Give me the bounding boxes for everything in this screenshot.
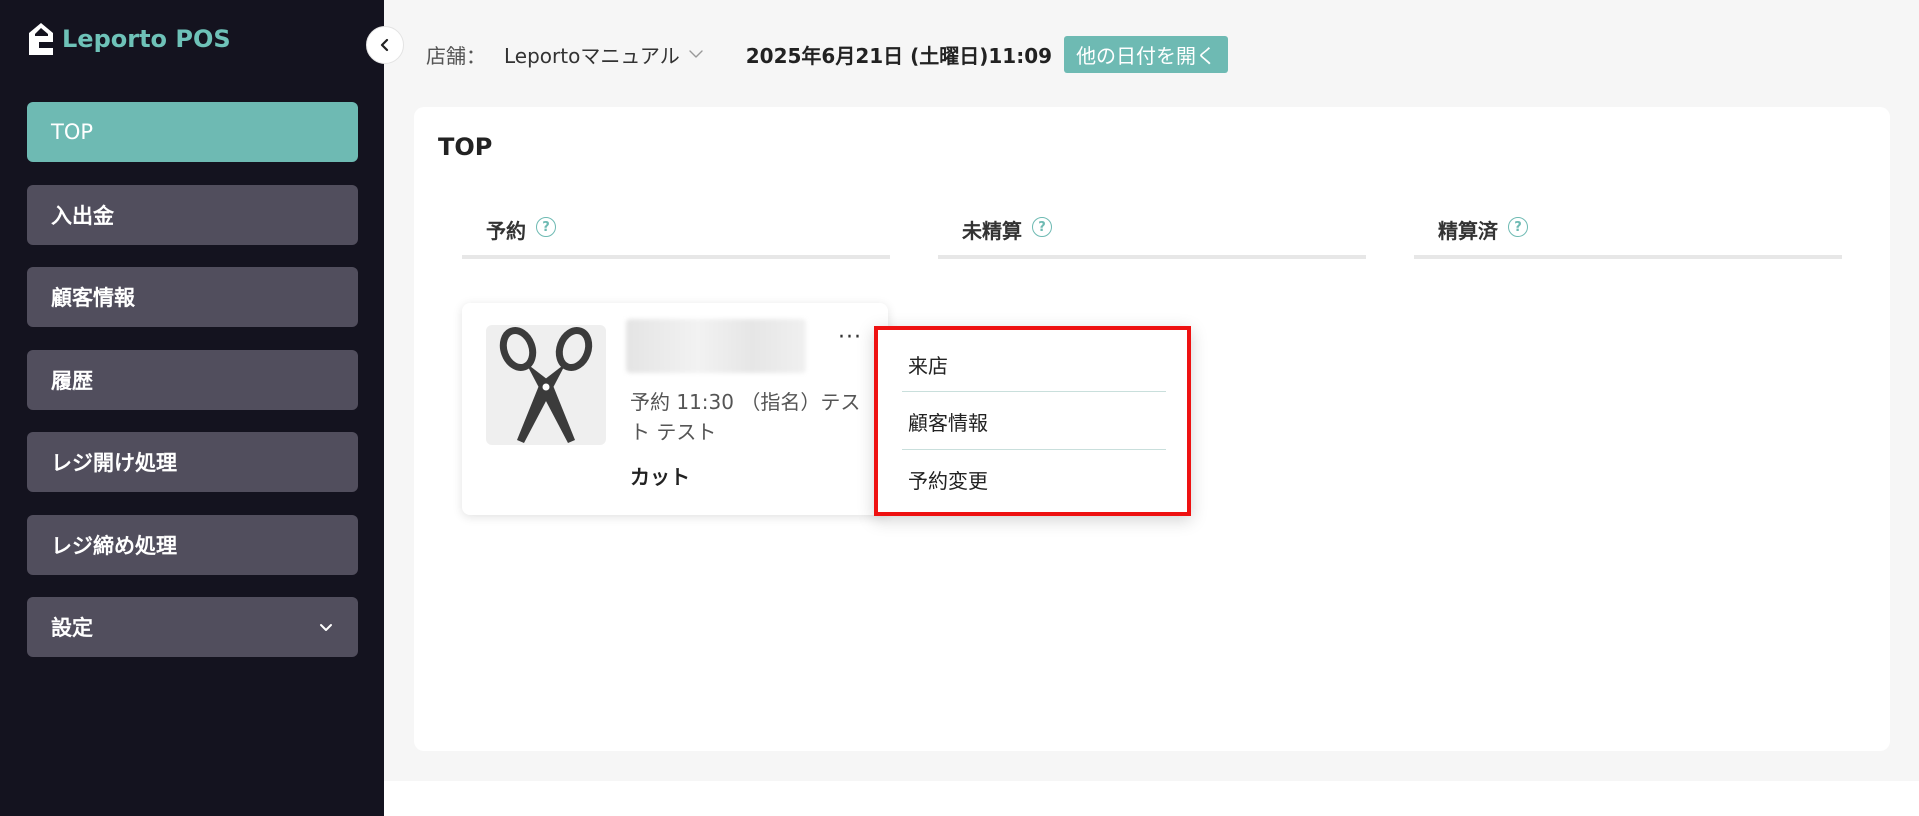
chevron-down-icon [320,624,332,631]
app-title: Leporto POS [62,25,231,53]
sidebar-item-register-close[interactable]: レジ締め処理 [27,514,358,575]
sidebar-item-label: レジ締め処理 [51,533,177,558]
page-title: TOP [438,133,493,161]
customer-name-redacted [626,319,806,373]
sidebar-item-deposit-withdrawal[interactable]: 入出金 [27,184,358,245]
column-header-unsettled: 未精算 ? [938,215,1366,259]
reservation-thumbnail [486,325,606,445]
sidebar-item-register-open[interactable]: レジ開け処理 [27,432,358,492]
bottom-panel [384,781,1919,816]
house-logo-icon [29,23,53,55]
column-header-label: 精算済 [1438,219,1498,243]
sidebar-item-label: 入出金 [51,203,114,228]
reservation-action-menu: 来店 顧客情報 予約変更 [874,326,1191,516]
sidebar-item-settings[interactable]: 設定 [27,597,358,657]
chevron-down-icon [689,50,703,58]
sidebar-item-label: 履歴 [51,368,93,393]
sidebar-item-label: TOP [51,120,94,144]
sidebar-item-label: レジ開け処理 [51,451,177,475]
sidebar: Leporto POS TOP 入出金 顧客情報 履歴 レジ開け処理 レジ締め処… [0,0,384,816]
column-header-reservations: 予約 ? [462,215,890,259]
sidebar-item-top[interactable]: TOP [27,102,358,162]
menu-item-customer-info[interactable]: 顧客情報 [902,393,1166,450]
sidebar-item-customer-info[interactable]: 顧客情報 [27,267,358,327]
menu-item-change-reservation[interactable]: 予約変更 [902,451,1166,508]
menu-divider [902,391,1166,392]
column-header-settled: 精算済 ? [1414,215,1842,259]
column-header-label: 予約 [486,219,526,243]
sidebar-nav: TOP 入出金 顧客情報 履歴 レジ開け処理 レジ締め処理 設定 [27,102,358,680]
open-other-date-button[interactable]: 他の日付を開く [1064,35,1229,73]
menu-divider [902,449,1166,450]
menu-item-checkin[interactable]: 来店 [902,336,1166,393]
sidebar-collapse-button[interactable] [366,26,404,64]
scissors-icon [499,327,593,443]
question-circle-icon[interactable]: ? [536,217,556,237]
question-circle-icon[interactable]: ? [1508,217,1528,237]
header: 店舗： Leportoマニュアル 2025年6月21日 (土曜日)11:09 他… [426,34,1229,74]
chevron-left-icon [380,38,389,52]
column-header-label: 未精算 [962,219,1022,243]
reservation-time: 予約 11:30 （指名）テスト テスト [630,390,861,444]
reservation-service: カット [630,465,690,489]
store-select-value: Leportoマニュアル [504,43,680,68]
store-select[interactable]: Leportoマニュアル [504,40,704,69]
store-label: 店舗： [426,43,486,68]
app-logo[interactable]: Leporto POS [28,22,231,56]
sidebar-item-label: 顧客情報 [51,286,135,310]
reservation-card[interactable]: ··· 予約 11:30 （指名）テスト テスト カット [462,303,888,515]
question-circle-icon[interactable]: ? [1032,217,1052,237]
sidebar-item-label: 設定 [51,616,93,640]
more-horizontal-icon[interactable]: ··· [838,325,862,350]
sidebar-item-history[interactable]: 履歴 [27,349,358,410]
current-date: 2025年6月21日 (土曜日)11:09 [745,43,1053,68]
